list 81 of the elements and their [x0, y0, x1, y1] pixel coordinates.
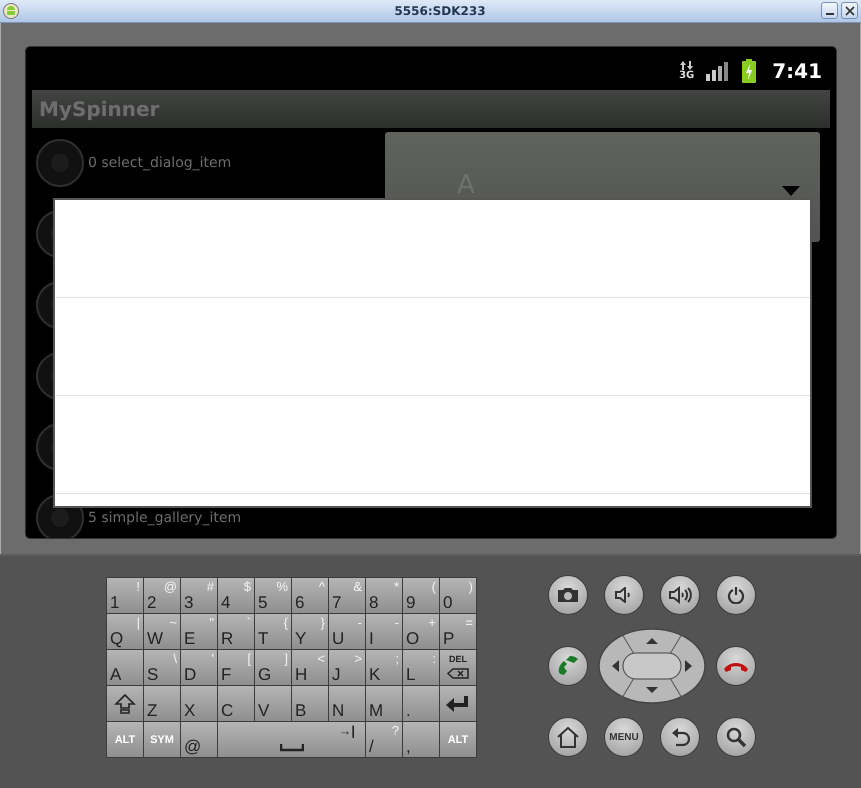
app-title: MySpinner — [39, 96, 160, 121]
menu-button[interactable]: MENU — [604, 717, 644, 757]
keyboard-key[interactable]: →| — [218, 722, 365, 757]
keyboard-key[interactable]: Z — [144, 686, 180, 721]
search-button[interactable] — [716, 717, 756, 757]
keyboard-key[interactable]: M — [366, 686, 402, 721]
keyboard-key[interactable]: E " — [181, 614, 217, 649]
shift-icon — [114, 692, 136, 714]
keyboard-key[interactable]: R ` — [218, 614, 254, 649]
minimize-button[interactable] — [821, 2, 838, 20]
back-icon — [670, 726, 690, 748]
keyboard-key[interactable]: 0 ) — [440, 578, 476, 613]
end-call-button[interactable] — [716, 646, 756, 686]
keyboard-key[interactable]: W ~ — [144, 614, 180, 649]
keyboard-key[interactable]: 7 & — [329, 578, 365, 613]
keyboard-key[interactable]: O + — [403, 614, 439, 649]
keyboard-key[interactable]: 1 ! — [107, 578, 143, 613]
keyboard-key[interactable]: 2 @ — [144, 578, 180, 613]
back-button[interactable] — [660, 717, 700, 757]
keyboard-key[interactable]: S \ — [144, 650, 180, 685]
keyboard-key[interactable]: V — [255, 686, 291, 721]
keyboard-key[interactable]: F [ — [218, 650, 254, 685]
keyboard-key[interactable]: Y } — [292, 614, 328, 649]
keyboard-key[interactable]: 9 ( — [403, 578, 439, 613]
backspace-icon — [447, 668, 469, 679]
keyboard-key[interactable]: C — [218, 686, 254, 721]
keyboard-key[interactable]: H < — [292, 650, 328, 685]
keyboard-key[interactable]: D ' — [181, 650, 217, 685]
keyboard-key[interactable]: A — [107, 650, 143, 685]
keyboard-key[interactable]: @ — [181, 722, 217, 757]
signal-icon — [706, 61, 730, 82]
camera-icon — [557, 587, 579, 603]
keyboard-key[interactable] — [107, 686, 143, 721]
radio-label: 5 simple_gallery_item — [88, 510, 242, 526]
keyboard-key[interactable]: 3 # — [181, 578, 217, 613]
volume-up-icon — [668, 586, 692, 604]
keyboard-key[interactable]: 4 $ — [218, 578, 254, 613]
keyboard-key[interactable]: 5 % — [255, 578, 291, 613]
keyboard-key[interactable]: Q | — [107, 614, 143, 649]
battery-charging-icon — [742, 59, 756, 84]
keyboard-key[interactable]: U - — [329, 614, 365, 649]
keyboard-key[interactable] — [440, 686, 476, 721]
android-robot-icon — [3, 2, 19, 19]
keyboard-key[interactable]: / ? — [366, 722, 402, 757]
directional-pad[interactable] — [598, 628, 706, 704]
keyboard-key[interactable]: , — [403, 722, 439, 757]
power-button[interactable] — [716, 575, 756, 615]
phone-icon — [556, 654, 580, 678]
volume-down-button[interactable] — [604, 575, 644, 615]
search-icon — [725, 726, 747, 748]
window-title: 5556:SDK233 — [394, 4, 486, 18]
keyboard-key[interactable]: 6 ^ — [292, 578, 328, 613]
close-button[interactable] — [841, 2, 858, 20]
keyboard-key[interactable]: T { — [255, 614, 291, 649]
keyboard-key[interactable]: L : — [403, 650, 439, 685]
close-icon — [844, 6, 854, 16]
power-icon — [727, 586, 745, 604]
keyboard-key[interactable]: K ; — [366, 650, 402, 685]
keyboard-key[interactable]: X — [181, 686, 217, 721]
keyboard-key[interactable]: J > — [329, 650, 365, 685]
dropdown-arrow-icon — [782, 186, 800, 196]
radio-label: 0 select_dialog_item — [88, 155, 232, 172]
space-icon — [280, 744, 304, 752]
keyboard-key[interactable]: 8 * — [366, 578, 402, 613]
camera-button[interactable] — [548, 575, 588, 615]
call-button[interactable] — [548, 646, 588, 686]
keyboard-key[interactable]: B — [292, 686, 328, 721]
home-icon — [556, 726, 580, 748]
home-button[interactable] — [548, 717, 588, 757]
network-type: 3G — [679, 71, 694, 82]
keyboard-key[interactable]: DEL — [440, 650, 476, 685]
data-arrows-icon — [679, 61, 694, 70]
keyboard-key[interactable]: N — [329, 686, 365, 721]
clock-time: 7:41 — [772, 59, 822, 84]
keyboard-key[interactable]: P = — [440, 614, 476, 649]
keyboard-key[interactable]: G ] — [255, 650, 291, 685]
keyboard-key[interactable]: . — [403, 686, 439, 721]
volume-up-button[interactable] — [660, 575, 700, 615]
minimize-icon — [826, 12, 834, 15]
radio-button[interactable] — [36, 139, 84, 188]
keyboard-key[interactable]: I - — [366, 614, 402, 649]
